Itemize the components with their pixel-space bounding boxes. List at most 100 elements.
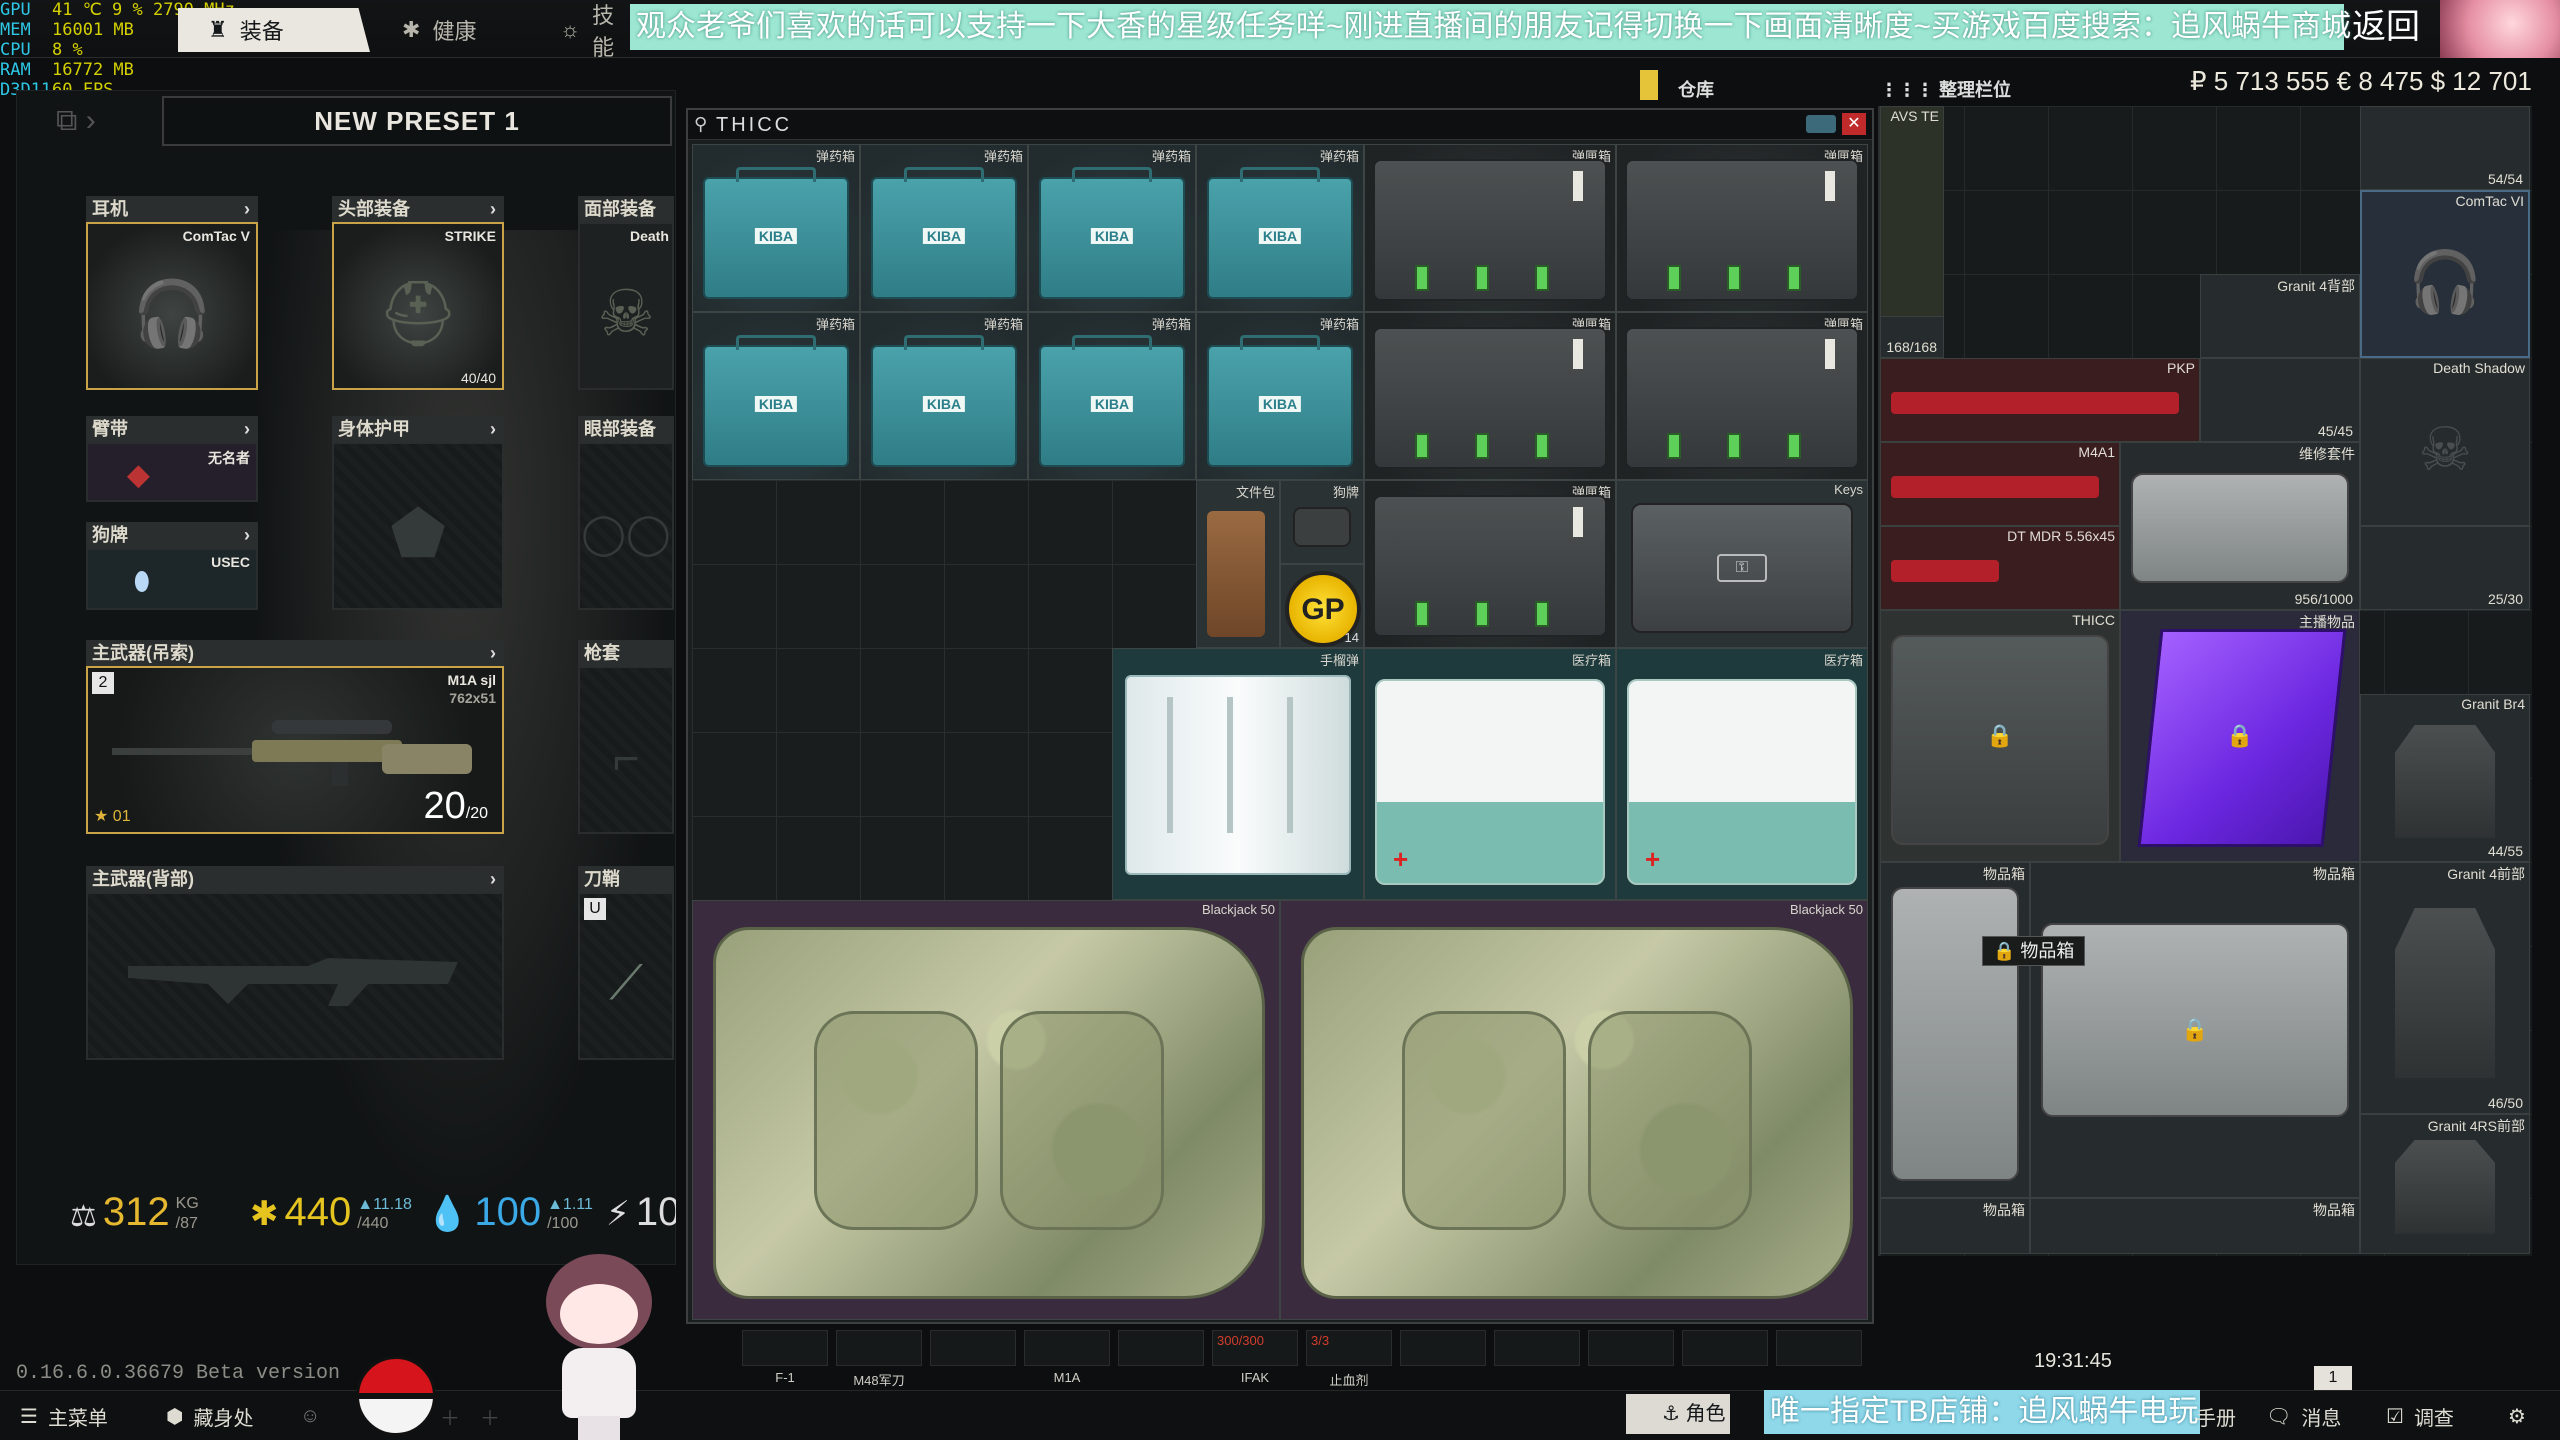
item-medicine-case[interactable]: 医疗箱 + [1364, 648, 1616, 900]
item-magazine-case[interactable]: 弹匣箱 [1364, 312, 1616, 480]
back-button[interactable]: 返回 [2352, 4, 2432, 50]
stash-item[interactable]: 维修套件 956/1000 [2120, 442, 2360, 610]
preset-name-button[interactable]: NEW PRESET 1 [162, 96, 672, 146]
quick-slot[interactable]: 300/300 [1212, 1330, 1298, 1366]
quick-slot[interactable] [930, 1330, 1016, 1366]
stash-item[interactable]: 物品箱 [1880, 862, 2030, 1198]
quick-slot[interactable]: 3/3 [1306, 1330, 1392, 1366]
item-ammo-box[interactable]: 弹药箱 KIBA [860, 312, 1028, 480]
item-ammo-box[interactable]: 弹药箱 KIBA [692, 144, 860, 312]
slot-face-cover[interactable]: 面部装备 Death ☠ [578, 196, 674, 390]
settings-button[interactable]: ⚙ [2508, 1398, 2526, 1434]
slot-headwear[interactable]: 头部装备 › STRIKE ⛑ 40/40 [332, 196, 504, 390]
stash-tab[interactable]: 仓库 [1640, 70, 1860, 106]
stash-item[interactable]: 54/54 [2360, 106, 2530, 190]
add-button[interactable]: ＋ [480, 1398, 500, 1434]
slot-earpiece[interactable]: 耳机 › ComTac V 🎧 [86, 196, 258, 390]
stash-item[interactable]: Granit Br4 44/55 [2360, 694, 2530, 862]
slot-item[interactable]: USEC ⬮ [86, 548, 258, 610]
item-magazine-case[interactable]: 弹匣箱 [1616, 144, 1868, 312]
item-ammo-box[interactable]: 弹药箱 KIBA [1028, 312, 1196, 480]
item-ammo-box[interactable]: 弹药箱 KIBA [1196, 144, 1364, 312]
item-ammo-box[interactable]: 弹药箱 KIBA [860, 144, 1028, 312]
stash-item[interactable]: Granit 4背部 [2200, 274, 2360, 358]
item-medicine-case[interactable]: 医疗箱 + [1616, 648, 1868, 900]
item-dogtag-case[interactable]: 狗牌 [1280, 480, 1364, 564]
quick-slot[interactable] [742, 1330, 828, 1366]
stash-item[interactable]: Death Shadow ☠ [2360, 358, 2530, 526]
tab-health[interactable]: ✱ 健康 [372, 8, 522, 52]
quick-slot[interactable] [1024, 1330, 1110, 1366]
item-magazine-case[interactable]: 弹匣箱 [1616, 312, 1868, 480]
search-icon[interactable]: ⚲ [694, 114, 707, 135]
slot-item[interactable]: 无名者 ◆ [86, 442, 258, 502]
item-backpack[interactable]: Blackjack 50 [692, 900, 1280, 1320]
slot-holster[interactable]: 枪套 ⌐ [578, 640, 674, 834]
item-backpack[interactable]: Blackjack 50 [1280, 900, 1868, 1320]
preset-copy-icon[interactable]: ⧉ › [56, 96, 136, 146]
item-ammo-box[interactable]: 弹药箱 KIBA [692, 312, 860, 480]
stash-item[interactable]: Granit 4RS前部 [2360, 1114, 2530, 1254]
item-document-case[interactable]: 文件包 [1196, 480, 1280, 648]
slot-eyewear[interactable]: 眼部装备 ◯◯ [578, 416, 674, 610]
slot-primary-weapon-back[interactable]: 主武器(背部) › [86, 866, 504, 1060]
survey-button[interactable]: ☑ 调查 [2386, 1398, 2454, 1434]
profile-button[interactable]: ☺ [300, 1398, 320, 1434]
stash-item[interactable]: 物品箱 🔒 [2030, 862, 2360, 1198]
slot-item[interactable]: Death ☠ [578, 222, 674, 390]
item-grenade-case[interactable]: 手榴弹 [1112, 648, 1364, 900]
slot-scabbard[interactable]: 刀鞘 U ⟋ [578, 866, 674, 1060]
quick-slot[interactable] [1588, 1330, 1674, 1366]
slot-item[interactable]: M1A sjl 762x51 2 ★ 01 20/20 [86, 666, 504, 834]
messages-button[interactable]: 🗨 消息 [2266, 1398, 2341, 1434]
slot-body-armor[interactable]: 身体护甲 › ⬟ [332, 416, 504, 610]
slot-empty[interactable] [86, 892, 504, 1060]
sort-button[interactable] [1806, 115, 1836, 133]
quick-slot[interactable] [1494, 1330, 1580, 1366]
quick-slot[interactable] [1682, 1330, 1768, 1366]
stash-item[interactable]: 主播物品 🔒 [2120, 610, 2360, 862]
tab-skills[interactable]: ☼ 技能 [530, 3, 630, 60]
slot-empty[interactable]: ⬟ [332, 442, 504, 610]
add-button[interactable]: ＋ [440, 1398, 460, 1434]
stash-item[interactable]: 25/30 [2360, 526, 2530, 610]
stash-item[interactable]: 物品箱 [2030, 1198, 2360, 1254]
main-menu-button[interactable]: ☰ 主菜单 [20, 1398, 108, 1434]
sorting-table-tab[interactable]: ⋮⋮⋮ 整理栏位 [1880, 76, 2011, 102]
hideout-button[interactable]: ⬢ 藏身处 [166, 1398, 253, 1434]
item-gp-coin[interactable]: GP 14 [1280, 564, 1364, 648]
slot-empty[interactable]: ⌐ [578, 666, 674, 834]
tab-gear[interactable]: ♜ 装备 [178, 8, 370, 52]
quick-slot[interactable] [836, 1330, 922, 1366]
quick-slot[interactable] [1776, 1330, 1862, 1366]
stash-item[interactable]: Granit 4前部 46/50 [2360, 862, 2530, 1114]
slot-item[interactable]: U ⟋ [578, 892, 674, 1060]
slot-primary-weapon-sling[interactable]: 主武器(吊索) › M1A sjl 762x51 2 ★ 01 20/20 [86, 640, 504, 834]
slot-armband[interactable]: 臂带 › 无名者 ◆ [86, 416, 258, 502]
item-keytool[interactable]: Keys ⚿ [1616, 480, 1868, 648]
item-magazine-case[interactable]: 弹匣箱 [1364, 144, 1616, 312]
character-button[interactable]: ⚓ 角色 [1626, 1394, 1730, 1434]
slot-dogtag[interactable]: 狗牌 › USEC ⬮ [86, 522, 258, 610]
item-ammo-box[interactable]: 弹药箱 KIBA [1028, 144, 1196, 312]
handbook-button[interactable]: 手册 [2196, 1398, 2236, 1434]
slot-item[interactable]: STRIKE ⛑ 40/40 [332, 222, 504, 390]
slot-header: 臂带 › [86, 416, 258, 442]
item-magazine-case[interactable]: 弹匣箱 [1364, 480, 1616, 648]
stash-item[interactable]: 物品箱 [1880, 1198, 2030, 1254]
quick-slot[interactable] [1400, 1330, 1486, 1366]
stash-item[interactable]: ComTac VI 🎧 [2360, 190, 2530, 358]
stash-item[interactable]: M4A1 [1880, 442, 2120, 526]
slot-item[interactable]: ComTac V 🎧 [86, 222, 258, 390]
quick-slot[interactable] [1118, 1330, 1204, 1366]
container-title-bar[interactable]: ⚲ THICC ✕ [688, 110, 1872, 140]
stash-item[interactable]: PKP [1880, 358, 2200, 442]
lock-icon: 🔒 [1986, 723, 2014, 748]
slot-empty[interactable]: ◯◯ [578, 442, 674, 610]
stash-item[interactable]: DT MDR 5.56x45 [1880, 526, 2120, 610]
item-ammo-box[interactable]: 弹药箱 KIBA [1196, 312, 1364, 480]
stash-item[interactable]: THICC 🔒 [1880, 610, 2120, 862]
stash-item[interactable]: 168/168 [1880, 316, 1944, 358]
close-button[interactable]: ✕ [1842, 113, 1866, 135]
stash-item[interactable]: 45/45 [2200, 358, 2360, 442]
